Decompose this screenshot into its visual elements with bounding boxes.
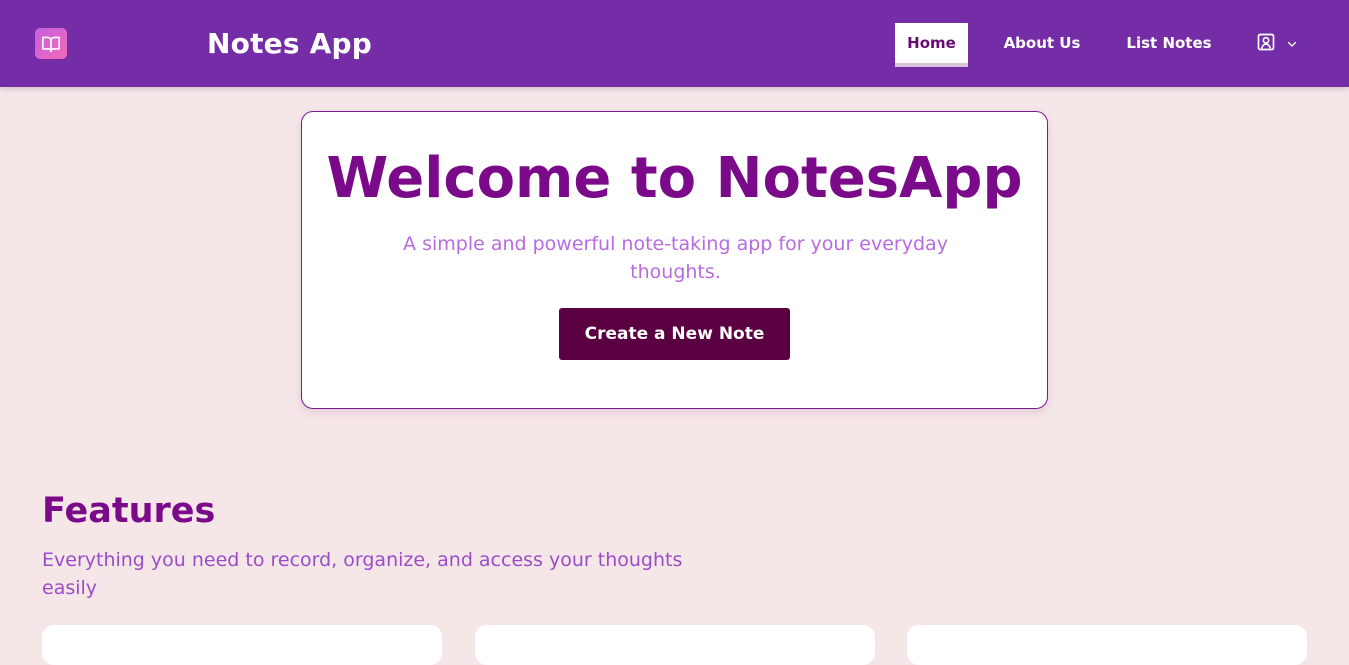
chevron-down-icon [1286,35,1298,54]
create-new-note-button[interactable]: Create a New Note [559,308,790,360]
feature-card [475,625,875,665]
feature-card [42,625,442,665]
app-brand-title[interactable]: Notes App [207,24,372,64]
hero-subtitle: A simple and powerful note-taking app fo… [403,233,948,283]
hero-title: Welcome to NotesApp [326,146,1023,211]
book-open-icon[interactable] [35,28,67,59]
nav-link-about-us[interactable]: About Us [996,23,1088,63]
user-menu-dropdown[interactable] [1256,31,1306,57]
top-navbar: Notes App Home About Us List Notes [0,0,1349,87]
features-subtitle: Everything you need to record, organize,… [42,549,683,599]
nav-link-list-notes[interactable]: List Notes [1120,23,1218,63]
user-square-icon [1256,32,1276,56]
feature-card [907,625,1307,665]
nav-link-home[interactable]: Home [895,23,968,67]
features-heading: Features [42,491,216,531]
welcome-hero-card: Welcome to NotesApp A simple and powerfu… [301,111,1048,409]
